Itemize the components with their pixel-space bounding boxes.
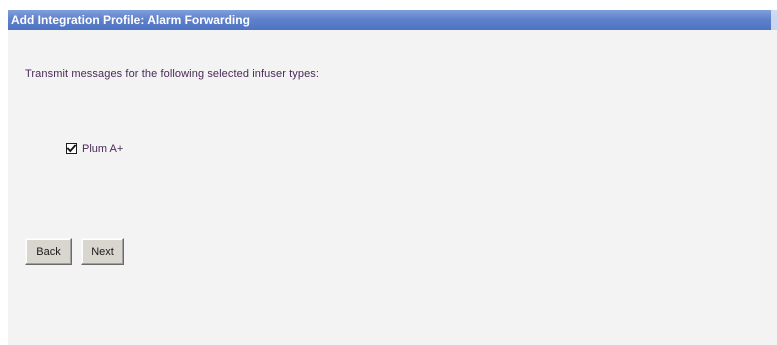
- dialog-title: Add Integration Profile: Alarm Forwardin…: [11, 13, 250, 27]
- dialog-panel: Add Integration Profile: Alarm Forwardin…: [8, 10, 777, 345]
- plum-a-plus-label: Plum A+: [82, 143, 124, 155]
- infuser-type-option-plum-a-plus[interactable]: Plum A+: [66, 140, 123, 156]
- title-bar: Add Integration Profile: Alarm Forwardin…: [8, 10, 777, 30]
- checkmark-icon: [67, 143, 76, 152]
- next-button[interactable]: Next: [81, 238, 124, 265]
- plum-a-plus-checkbox[interactable]: [66, 142, 77, 154]
- back-button[interactable]: Back: [25, 238, 72, 265]
- instructions-text: Transmit messages for the following sele…: [25, 68, 320, 80]
- title-bar-corner: [771, 10, 777, 30]
- page: Add Integration Profile: Alarm Forwardin…: [0, 0, 777, 345]
